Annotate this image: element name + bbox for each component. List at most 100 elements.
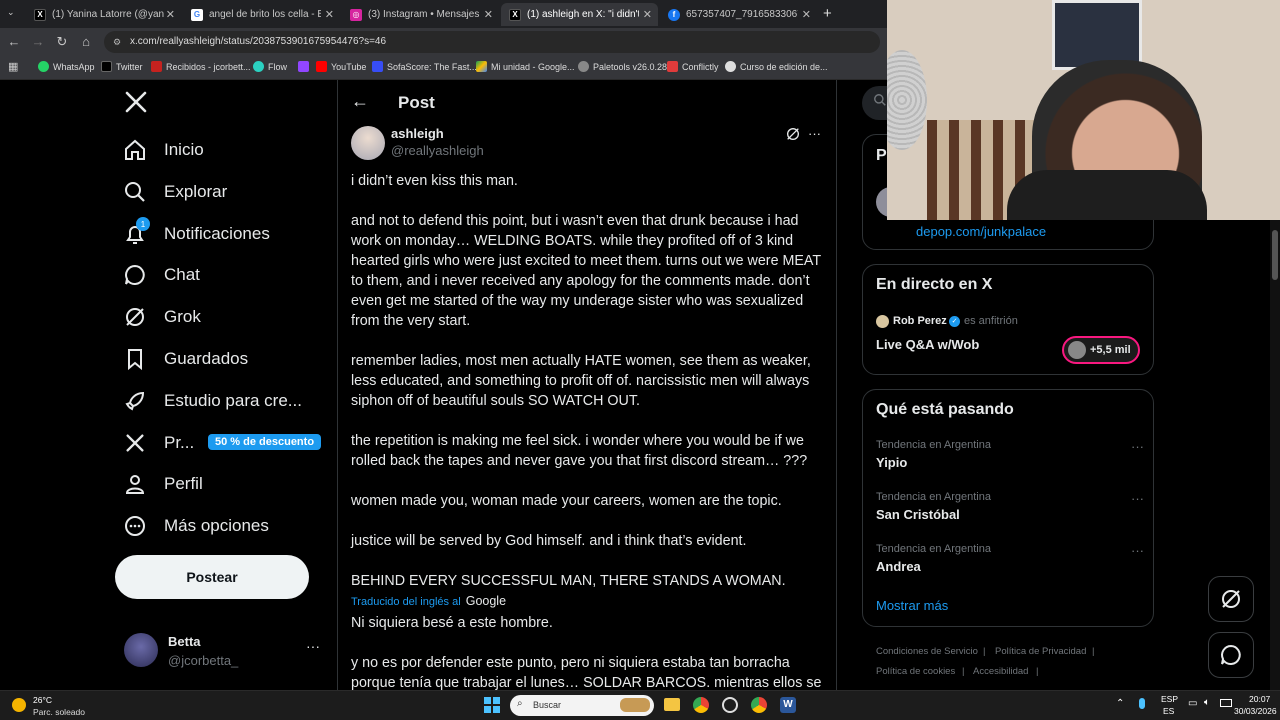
forward-arrow-icon[interactable]: → [29,33,47,51]
trend-name: San Cristóbal [876,507,960,522]
footer-link[interactable]: Accesibilidad [973,666,1028,677]
nav-item-inicio[interactable]: Inicio [120,130,204,170]
footer-link[interactable]: Política de cookies [876,666,955,677]
volume-icon[interactable]: 🔈︎ [1204,697,1210,708]
home-icon [120,135,150,165]
nav-item-explorar[interactable]: Explorar [120,172,227,212]
bookmark-item[interactable]: Twitter [101,61,143,72]
search-icon [873,93,887,112]
bookmark-item[interactable]: WhatsApp [38,61,95,72]
author-name[interactable]: ashleigh [391,126,444,141]
bookmark-item[interactable] [298,61,313,72]
browser-tab-active[interactable]: X (1) ashleigh en X: "i didn't even... ✕ [501,3,658,26]
verified-badge-icon: ✓ [949,316,960,327]
nav-item-chat[interactable]: Chat [120,255,200,295]
close-tab-icon[interactable]: ✕ [325,8,334,21]
network-icon[interactable]: ▭ [1188,698,1197,709]
bookmark-item[interactable]: Conflictly [667,61,719,72]
trend-more-icon[interactable]: ··· [1131,543,1144,558]
new-tab-plus-icon[interactable]: + [823,5,832,22]
site-info-icon[interactable]: ⚙ [113,31,121,53]
bookmark-item[interactable]: Curso de edición de... [725,61,828,72]
bookmark-item[interactable]: Paletools v26.0.28 [578,61,667,72]
browser-tab[interactable]: G angel de brito los cella - Buscar ✕ [183,3,340,26]
chrome-icon[interactable] [751,697,767,713]
globe-icon [578,61,589,72]
close-tab-icon[interactable]: ✕ [484,8,493,21]
grok-icon [1222,590,1240,608]
trend-item[interactable]: Tendencia en Argentina Andrea ··· [876,543,1144,574]
footer-link[interactable]: Condiciones de Servicio [876,646,978,657]
url-bar[interactable]: ⚙ x.com/reallyashleigh/status/2038753901… [104,31,880,53]
app-icon[interactable] [722,697,738,713]
bookmark-item[interactable]: YouTube [316,61,366,72]
account-switcher[interactable]: Betta @jcorbetta_ ··· [120,630,330,672]
card-link[interactable]: depop.com/junkpalace [916,224,1046,239]
clock-time[interactable]: 20:07 [1249,694,1270,704]
nav-item-perfil[interactable]: Perfil [120,464,203,504]
messages-floating-button[interactable] [1208,632,1254,678]
bookmark-item[interactable]: Mi unidad - Google... [476,61,575,72]
home-browser-icon[interactable]: ⌂ [77,33,95,51]
taskbar-search[interactable]: ⌕ Buscar [510,695,654,716]
course-icon [725,61,736,72]
start-button[interactable] [484,697,500,713]
translation-attribution[interactable]: Traducido del inglés al Google [351,594,506,608]
more-dots-icon[interactable]: ··· [306,638,320,654]
word-icon[interactable]: W [780,697,796,713]
tray-chevron-icon[interactable]: ⌃ [1116,698,1124,709]
footer-link[interactable]: Política de Privacidad [995,646,1086,657]
author-avatar[interactable] [351,126,385,160]
x-logo-icon[interactable] [124,90,150,116]
reload-icon[interactable]: ↻ [53,33,71,51]
tab-search-icon[interactable]: ⌄ [7,7,15,18]
browser-tab[interactable]: f 657357407_791658330673015... ✕ [660,3,817,26]
grok-floating-button[interactable] [1208,576,1254,622]
nav-item-estudio[interactable]: Estudio para cre... [120,381,302,421]
bookmark-item[interactable]: Flow [253,61,287,72]
trend-item[interactable]: Tendencia en Argentina San Cristóbal ··· [876,491,1144,522]
weather-widget[interactable]: 26°C Parc. soleado [12,694,92,718]
host-name[interactable]: Rob Perez [893,315,947,327]
tab-title: (1) ashleigh en X: "i didn't even... [527,9,639,20]
post-more-icon[interactable]: ··· [808,126,821,141]
footer-separator: | [983,646,986,657]
bookmark-item[interactable]: Recibidos - jcorbett... [151,61,251,72]
trend-name: Andrea [876,559,921,574]
close-tab-icon[interactable]: ✕ [643,8,652,21]
show-more-link[interactable]: Mostrar más [876,598,948,613]
scrollbar-thumb[interactable] [1272,230,1278,280]
grok-explain-icon[interactable] [785,126,801,142]
page-title: Post [398,93,435,112]
person-icon [120,469,150,499]
mic-icon[interactable] [1139,698,1145,709]
back-arrow-icon[interactable]: ← [351,91,369,112]
bookmark-label: SofaScore: The Fast... [387,61,477,72]
apps-grid-icon[interactable]: ▦ [8,60,18,73]
trend-more-icon[interactable]: ··· [1131,491,1144,506]
nav-item-premium[interactable]: Pr... 50 % de descuento [120,423,322,463]
x-favicon-icon: X [34,8,46,21]
close-tab-icon[interactable]: ✕ [166,8,175,21]
trend-item[interactable]: Tendencia en Argentina Yipio ··· [876,439,1144,470]
shirt [1007,170,1207,220]
nav-item-mas-opciones[interactable]: Más opciones [120,506,269,546]
back-arrow-icon[interactable]: ← [5,33,23,51]
browser-tab[interactable]: X (1) Yanina Latorre (@yanilatorre... ✕ [26,3,181,26]
battery-icon[interactable] [1220,699,1232,707]
nav-item-grok[interactable]: Grok [120,297,201,337]
chrome-icon[interactable] [693,697,709,713]
nav-item-notificaciones[interactable]: 1 Notificaciones [120,214,270,254]
file-explorer-icon[interactable] [664,698,680,711]
close-tab-icon[interactable]: ✕ [802,8,811,21]
space-title[interactable]: Live Q&A w/Wob [876,337,979,352]
browser-tab[interactable]: ◎ (3) Instagram • Mensajes ✕ [342,3,499,26]
language-top[interactable]: ESP [1161,694,1178,704]
trend-more-icon[interactable]: ··· [1131,439,1144,454]
listeners-pill[interactable]: +5,5 mil [1062,336,1140,364]
post-button[interactable]: Postear [115,555,309,599]
premium-discount-badge[interactable]: 50 % de descuento [208,434,322,450]
nav-item-guardados[interactable]: Guardados [120,339,248,379]
author-handle[interactable]: @reallyashleigh [391,143,484,158]
bookmark-item[interactable]: SofaScore: The Fast... [372,61,477,72]
